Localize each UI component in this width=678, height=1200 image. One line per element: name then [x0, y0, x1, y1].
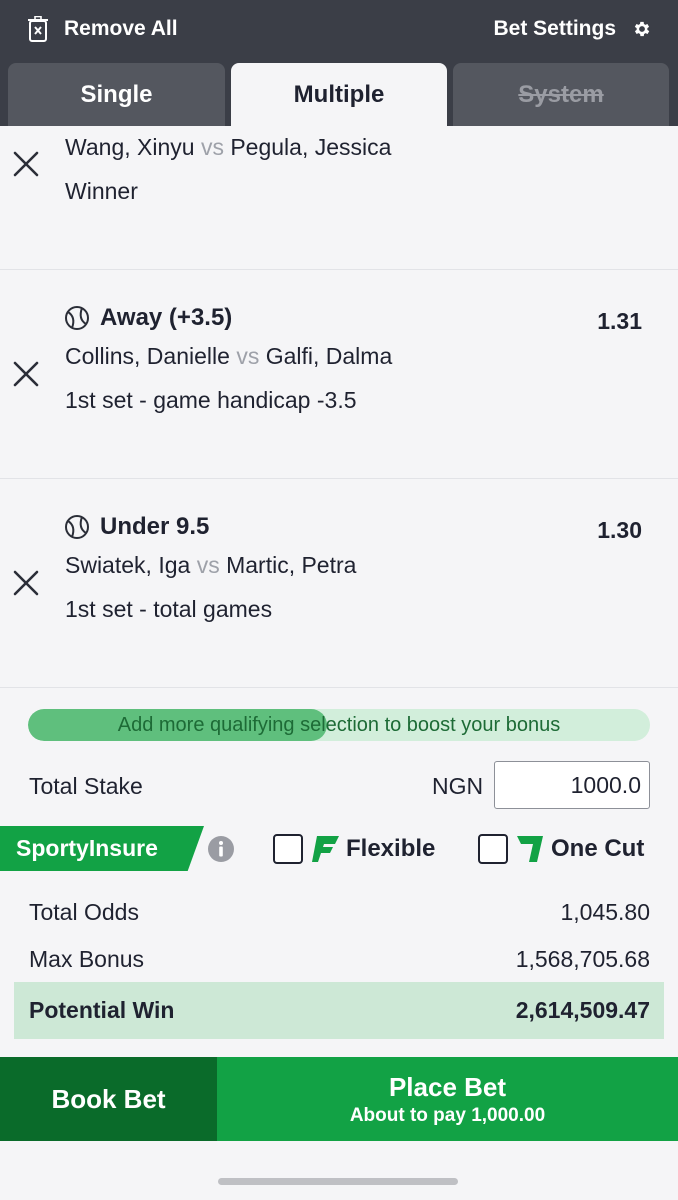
flexible-logo-icon: [312, 836, 339, 862]
tennis-ball-icon: [65, 306, 89, 330]
odds-value: 1.31: [597, 308, 642, 334]
vs-label: vs: [236, 343, 260, 369]
betslip-header: Remove All Bet Settings Single Multiple …: [0, 0, 678, 126]
match-name: Collins, Danielle vs Galfi, Dalma: [65, 343, 392, 370]
away-player: Martic, Petra: [226, 552, 357, 578]
stake-input[interactable]: [494, 761, 650, 809]
bet-settings-button[interactable]: Bet Settings: [493, 14, 652, 44]
close-icon[interactable]: [12, 360, 40, 388]
one-cut-logo-icon: [517, 836, 543, 862]
market-name: 1st set - total games: [65, 596, 273, 622]
match-name: Swiatek, Iga vs Martic, Petra: [65, 552, 356, 579]
tennis-ball-icon: [65, 515, 89, 539]
pick-label: Under 9.5: [100, 513, 210, 540]
currency-label: NGN: [432, 773, 484, 799]
flexible-label[interactable]: Flexible: [346, 834, 435, 864]
home-indicator[interactable]: [218, 1178, 458, 1185]
bet-settings-label: Bet Settings: [493, 17, 616, 40]
away-player: Galfi, Dalma: [265, 343, 393, 369]
remove-all-label: Remove All: [64, 17, 178, 40]
pick-row: Away (+3.5): [64, 304, 232, 332]
vs-label: vs: [196, 552, 220, 578]
away-player: Pegula, Jessica: [230, 134, 392, 160]
market-name: Winner: [65, 178, 138, 204]
flexible-checkbox[interactable]: [273, 834, 303, 864]
selection-item: Under 9.5 1.30 Swiatek, Iga vs Martic, P…: [0, 479, 678, 688]
book-bet-button[interactable]: Book Bet: [0, 1057, 217, 1141]
selection-item: Wang, Xinyu vs Pegula, Jessica Winner: [0, 126, 678, 270]
tab-multiple[interactable]: Multiple: [231, 63, 447, 126]
home-player: Wang, Xinyu: [65, 134, 195, 160]
tab-single[interactable]: Single: [8, 63, 225, 126]
match-name: Wang, Xinyu vs Pegula, Jessica: [65, 134, 391, 161]
place-bet-button[interactable]: Place Bet About to pay 1,000.00: [217, 1057, 678, 1141]
pick-row: Under 9.5: [64, 513, 209, 541]
tab-system[interactable]: System: [453, 63, 669, 126]
vs-label: vs: [200, 134, 224, 160]
trash-icon: [28, 16, 48, 42]
top-bar: Remove All Bet Settings: [0, 0, 678, 58]
gear-icon: [634, 21, 650, 37]
remove-all-button[interactable]: Remove All: [28, 14, 178, 44]
close-icon[interactable]: [12, 150, 40, 178]
bonus-message: Add more qualifying selection to boost y…: [117, 714, 561, 736]
potential-win-row: Potential Win 2,614,509.47: [14, 982, 664, 1039]
total-odds-value: 1,045.80: [560, 899, 650, 925]
max-bonus-label: Max Bonus: [29, 946, 145, 972]
home-player: Swiatek, Iga: [65, 552, 191, 578]
pick-label: Away (+3.5): [100, 304, 233, 331]
selection-item: Away (+3.5) 1.31 Collins, Danielle vs Ga…: [0, 270, 678, 479]
bonus-progress-bar: Add more qualifying selection to boost y…: [28, 709, 650, 741]
one-cut-label[interactable]: One Cut: [551, 834, 644, 864]
max-bonus-value: 1,568,705.68: [515, 946, 650, 972]
place-bet-amount: About to pay 1,000.00: [349, 1104, 546, 1126]
book-bet-label: Book Bet: [51, 1083, 166, 1114]
place-bet-label: Place Bet: [388, 1071, 507, 1102]
close-icon[interactable]: [12, 569, 40, 597]
total-odds-label: Total Odds: [29, 899, 139, 925]
home-player: Collins, Danielle: [65, 343, 230, 369]
one-cut-checkbox[interactable]: [478, 834, 508, 864]
potential-win-value: 2,614,509.47: [515, 997, 650, 1023]
sportyinsure-badge: SportyInsure: [0, 826, 204, 871]
odds-value: 1.30: [597, 517, 642, 543]
total-stake-label: Total Stake: [29, 773, 143, 799]
market-name: 1st set - game handicap -3.5: [65, 387, 357, 413]
potential-win-label: Potential Win: [29, 997, 175, 1023]
info-icon[interactable]: [208, 836, 234, 862]
